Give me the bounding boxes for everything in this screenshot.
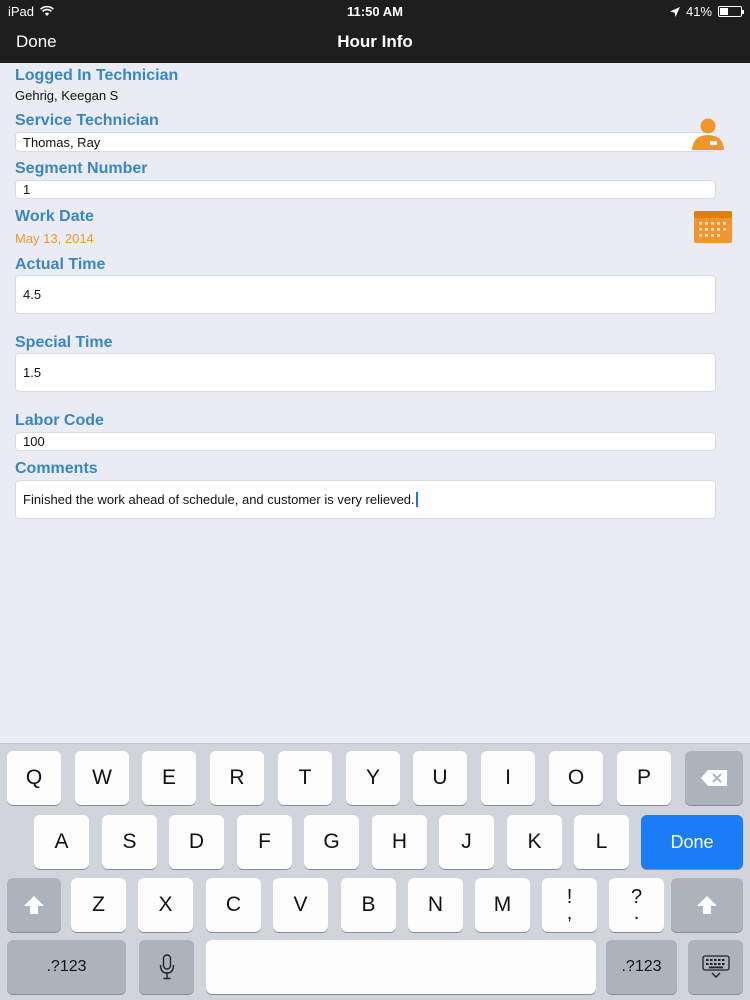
key-t[interactable]: T	[278, 751, 332, 805]
key-x[interactable]: X	[138, 878, 193, 932]
key-a[interactable]: A	[34, 815, 89, 869]
key-h[interactable]: H	[372, 815, 427, 869]
key-v[interactable]: V	[273, 878, 328, 932]
key-o[interactable]: O	[549, 751, 603, 805]
logged-in-technician-value: Gehrig, Keegan S	[15, 88, 119, 103]
battery-percent: 41%	[685, 4, 712, 19]
key-s[interactable]: S	[102, 815, 157, 869]
key-g[interactable]: G	[304, 815, 359, 869]
keyboard-done-key[interactable]: Done	[641, 815, 743, 869]
right-shift-key[interactable]	[671, 878, 743, 932]
status-time: 11:50 AM	[347, 4, 403, 19]
navigation-bar: Done Hour Info	[0, 22, 750, 63]
key-k[interactable]: K	[507, 815, 562, 869]
numbers-key-right[interactable]: .?123	[606, 940, 677, 994]
shift-icon	[697, 896, 717, 914]
key-f[interactable]: F	[237, 815, 292, 869]
key-i[interactable]: I	[481, 751, 535, 805]
key-p[interactable]: P	[617, 751, 671, 805]
keyboard-hide-icon	[701, 955, 730, 978]
comments-field[interactable]: Finished the work ahead of schedule, and…	[15, 480, 716, 519]
key-question-period[interactable]: ? .	[609, 878, 664, 932]
comments-label: Comments	[15, 460, 98, 477]
text-cursor	[415, 492, 418, 507]
shift-icon	[24, 896, 44, 914]
backspace-key[interactable]	[685, 751, 743, 805]
special-time-field[interactable]	[15, 353, 716, 392]
battery-fill	[720, 8, 729, 15]
service-technician-field[interactable]	[15, 132, 716, 152]
backspace-icon	[701, 770, 727, 786]
key-q[interactable]: Q	[7, 751, 61, 805]
key-d[interactable]: D	[169, 815, 224, 869]
key-e[interactable]: E	[142, 751, 196, 805]
dictation-key[interactable]	[139, 940, 194, 994]
location-arrow-icon	[669, 6, 680, 17]
left-shift-key[interactable]	[7, 878, 61, 932]
calendar-icon[interactable]	[694, 211, 732, 243]
key-exclamation-comma[interactable]: ! ,	[542, 878, 597, 932]
on-screen-keyboard: Q W E R T Y U I O P A S D F G H J K L Do…	[0, 743, 750, 1000]
numbers-key-left[interactable]: .?123	[7, 940, 126, 994]
key-r[interactable]: R	[210, 751, 264, 805]
key-n[interactable]: N	[408, 878, 463, 932]
key-label-stack: ! ,	[566, 887, 573, 924]
key-b[interactable]: B	[341, 878, 396, 932]
page-title: Hour Info	[337, 32, 413, 51]
battery-icon	[718, 6, 744, 17]
key-label-stack: ? .	[631, 887, 642, 924]
actual-time-field[interactable]	[15, 275, 716, 314]
key-w[interactable]: W	[75, 751, 129, 805]
service-technician-label: Service Technician	[15, 112, 159, 129]
labor-code-label: Labor Code	[15, 412, 104, 429]
key-y[interactable]: Y	[346, 751, 400, 805]
labor-code-field[interactable]	[15, 432, 716, 451]
segment-number-label: Segment Number	[15, 160, 148, 177]
logged-in-technician-label: Logged In Technician	[15, 67, 179, 84]
key-z[interactable]: Z	[71, 878, 126, 932]
key-j[interactable]: J	[439, 815, 494, 869]
person-icon[interactable]	[690, 116, 726, 152]
space-key[interactable]	[206, 940, 596, 994]
actual-time-label: Actual Time	[15, 256, 106, 273]
hide-keyboard-key[interactable]	[688, 940, 743, 994]
work-date-value[interactable]: May 13, 2014	[15, 231, 94, 246]
key-u[interactable]: U	[413, 751, 467, 805]
key-bottom-char: .	[633, 902, 640, 924]
key-l[interactable]: L	[574, 815, 629, 869]
special-time-label: Special Time	[15, 334, 113, 351]
comments-text: Finished the work ahead of schedule, and…	[23, 492, 415, 507]
key-bottom-char: ,	[566, 902, 573, 924]
status-right: 41%	[669, 4, 744, 19]
hour-info-form: Logged In Technician Gehrig, Keegan S Se…	[0, 63, 750, 743]
key-c[interactable]: C	[206, 878, 261, 932]
work-date-label: Work Date	[15, 208, 94, 225]
segment-number-field[interactable]	[15, 180, 716, 199]
key-m[interactable]: M	[475, 878, 530, 932]
microphone-icon	[159, 954, 174, 980]
status-bar: iPad 11:50 AM 41%	[0, 0, 750, 22]
